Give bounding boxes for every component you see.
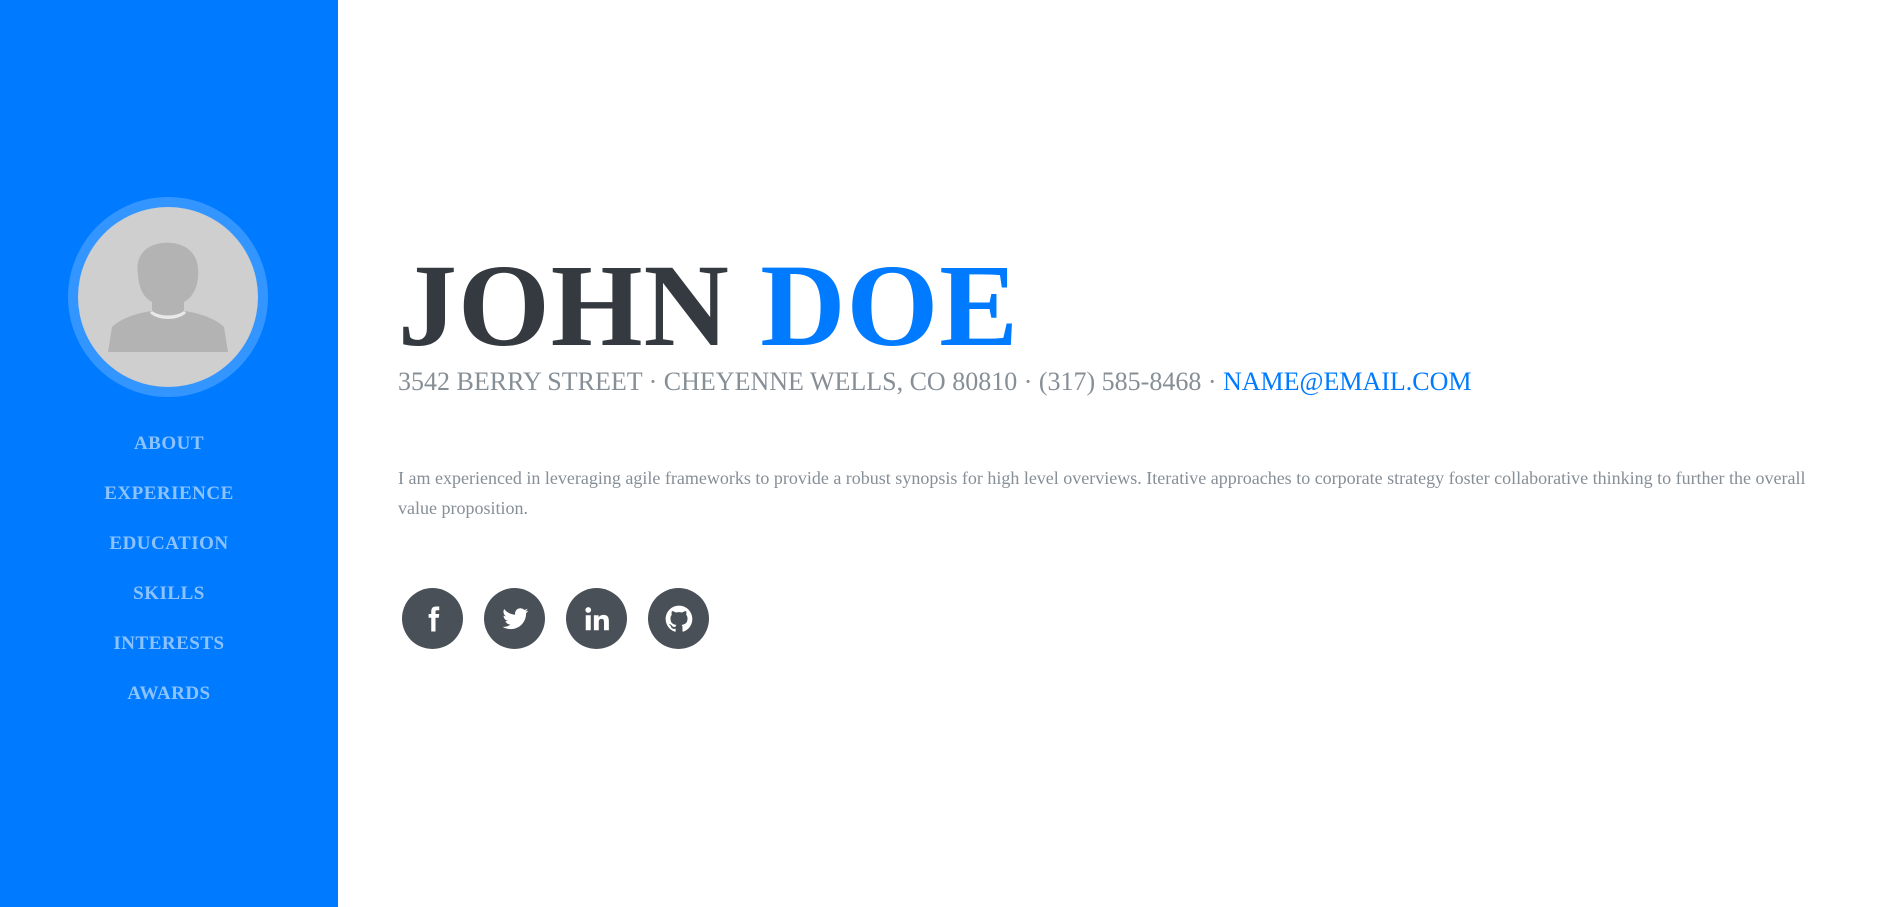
sidebar-item-skills[interactable]: SKILLS bbox=[133, 575, 205, 613]
social-icons bbox=[402, 588, 709, 649]
twitter-button[interactable] bbox=[484, 588, 545, 649]
linkedin-icon bbox=[584, 606, 609, 630]
page-title: JOHN DOE bbox=[398, 247, 1019, 365]
last-name: DOE bbox=[760, 240, 1020, 371]
sidebar-item-education[interactable]: EDUCATION bbox=[109, 525, 228, 563]
facebook-button[interactable] bbox=[402, 588, 463, 649]
sidebar-nav: ABOUT EXPERIENCE EDUCATION SKILLS INTERE… bbox=[0, 425, 338, 725]
sidebar-item-awards[interactable]: AWARDS bbox=[127, 675, 210, 713]
linkedin-button[interactable] bbox=[566, 588, 627, 649]
sidebar: ABOUT EXPERIENCE EDUCATION SKILLS INTERE… bbox=[0, 0, 338, 907]
github-icon bbox=[665, 605, 692, 632]
github-button[interactable] bbox=[648, 588, 709, 649]
person-silhouette-icon bbox=[108, 242, 228, 352]
bio-text: I am experienced in leveraging agile fra… bbox=[398, 468, 1806, 518]
sidebar-item-about[interactable]: ABOUT bbox=[134, 425, 204, 463]
facebook-icon bbox=[428, 606, 439, 631]
contact-address: 3542 BERRY STREET · CHEYENNE WELLS, CO 8… bbox=[398, 367, 1223, 396]
twitter-icon bbox=[501, 607, 528, 629]
contact-line: 3542 BERRY STREET · CHEYENNE WELLS, CO 8… bbox=[398, 364, 1472, 400]
main-content: JOHN DOE 3542 BERRY STREET · CHEYENNE WE… bbox=[338, 0, 1895, 907]
first-name: JOHN bbox=[398, 240, 730, 371]
avatar bbox=[78, 207, 258, 387]
sidebar-item-interests[interactable]: INTERESTS bbox=[113, 625, 224, 663]
email-link[interactable]: NAME@EMAIL.COM bbox=[1223, 367, 1472, 396]
sidebar-item-experience[interactable]: EXPERIENCE bbox=[104, 475, 234, 513]
avatar-ring bbox=[68, 197, 268, 397]
